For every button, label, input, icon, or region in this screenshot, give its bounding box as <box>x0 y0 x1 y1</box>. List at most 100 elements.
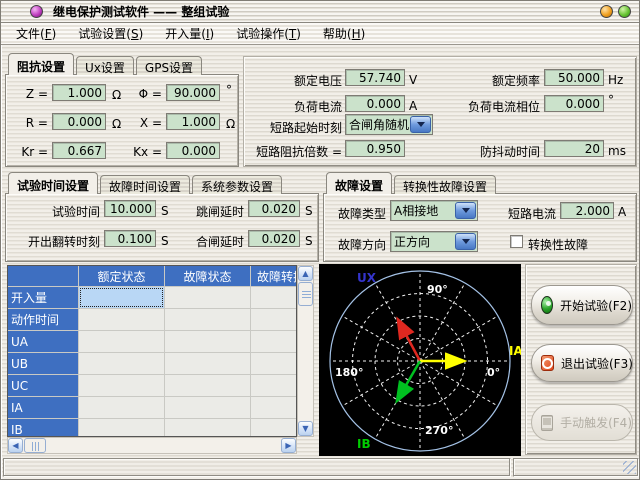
tab-fault-time[interactable]: 故障时间设置 <box>100 175 190 194</box>
table-cell[interactable] <box>79 419 164 437</box>
row-header: IB <box>8 419 78 437</box>
tab-evolving-fault[interactable]: 转换性故障设置 <box>394 175 496 194</box>
kr-field[interactable]: 0.667 <box>52 142 106 159</box>
menu-binary-input[interactable]: 开入量(I) <box>158 23 221 44</box>
phi-field[interactable]: 90.000 <box>166 84 220 101</box>
short-current-field[interactable]: 2.000 <box>560 202 614 219</box>
row-header: UA <box>8 331 78 352</box>
scroll-down-icon[interactable]: ▼ <box>298 421 313 436</box>
angle-label-270: 270° <box>425 424 453 437</box>
scroll-right-icon[interactable]: ▶ <box>281 438 296 453</box>
time-tab-page: 试验时间 10.000 S 跳闸延时 0.020 S 开出翻转时刻 0.100 … <box>5 193 319 262</box>
tab-impedance-settings[interactable]: 阻抗设置 <box>8 53 74 75</box>
close-delay-field[interactable]: 0.020 <box>248 230 300 247</box>
chevron-down-icon[interactable] <box>410 116 431 133</box>
rated-freq-field[interactable]: 50.000 <box>544 69 604 86</box>
menu-test-operation[interactable]: 试验操作(T) <box>229 23 308 44</box>
table-cell[interactable] <box>251 331 297 352</box>
load-current-field[interactable]: 0.000 <box>345 95 405 112</box>
test-time-field[interactable]: 10.000 <box>104 200 156 217</box>
evolving-fault-checkbox[interactable] <box>510 235 523 248</box>
table-cell[interactable] <box>165 353 250 374</box>
scroll-left-icon[interactable]: ◀ <box>8 438 23 453</box>
rated-freq-label: 额定频率 <box>444 72 540 89</box>
fault-direction-combo[interactable]: 正方向 <box>390 231 478 252</box>
impedance-multiple-field[interactable]: 0.950 <box>345 140 405 157</box>
x-field[interactable]: 1.000 <box>166 113 220 130</box>
tab-gps-settings[interactable]: GPS设置 <box>136 56 202 75</box>
table-cell[interactable] <box>165 309 250 330</box>
rated-voltage-label: 额定电压 <box>248 72 342 89</box>
output-flip-field[interactable]: 0.100 <box>104 230 156 247</box>
title-bar: 继电保护测试软件 —— 整组试验 <box>1 1 639 23</box>
z-label: Z = <box>10 87 48 101</box>
trip-delay-field[interactable]: 0.020 <box>248 200 300 217</box>
exit-test-button[interactable]: 退出试验(F3) <box>531 344 633 382</box>
table-cell[interactable] <box>79 309 164 330</box>
impedance-multiple-label: 短路阻抗倍数 = <box>248 143 342 160</box>
minimize-ball-icon[interactable] <box>600 5 613 18</box>
fault-type-combo[interactable]: A相接地 <box>390 200 478 221</box>
fault-panel: 故障设置 转换性故障设置 故障类型 A相接地 短路电流 2.000 A 故障方向… <box>323 172 637 262</box>
chevron-down-icon[interactable] <box>455 233 476 250</box>
table-cell[interactable] <box>79 353 164 374</box>
table-cell[interactable] <box>251 287 297 308</box>
horizontal-scroll-thumb[interactable] <box>24 438 46 453</box>
table-cell[interactable] <box>165 331 250 352</box>
table-cell[interactable] <box>251 419 297 437</box>
start-test-button[interactable]: 开始试验(F2) <box>531 285 633 325</box>
scroll-up-icon[interactable]: ▲ <box>298 266 313 281</box>
load-phase-field[interactable]: 0.000 <box>544 95 604 112</box>
angle-label-180: 180° <box>335 366 363 379</box>
start-test-label: 开始试验(F2) <box>560 297 632 314</box>
app-icon <box>30 5 43 18</box>
menu-test-settings[interactable]: 试验设置(S) <box>71 23 150 44</box>
table-cell[interactable] <box>165 287 250 308</box>
kx-field[interactable]: 0.000 <box>166 142 220 159</box>
table-cell[interactable] <box>79 331 164 352</box>
fault-direction-label: 故障方向 <box>328 236 386 253</box>
vertical-scrollbar[interactable]: ▲ ▼ <box>297 265 314 437</box>
close-delay-label: 合闸延时 <box>186 233 244 250</box>
load-current-label: 负荷电流 <box>248 98 342 115</box>
table-cell[interactable] <box>251 397 297 418</box>
debounce-unit: ms <box>608 144 626 158</box>
time-tabstrip: 试验时间设置 故障时间设置 系统参数设置 <box>5 172 284 194</box>
table-cell[interactable] <box>251 375 297 396</box>
short-start-label: 短路起始时刻 <box>248 119 342 136</box>
vertical-scroll-thumb[interactable] <box>298 282 313 306</box>
table-cell[interactable] <box>165 375 250 396</box>
horizontal-scrollbar[interactable]: ◀ ▶ <box>7 437 297 454</box>
table-cell-selected[interactable] <box>79 287 164 308</box>
short-start-combo[interactable]: 合闸角随机 <box>345 114 433 135</box>
z-field[interactable]: 1.000 <box>52 84 106 101</box>
resize-grip[interactable] <box>623 461 636 474</box>
table-cell[interactable] <box>251 309 297 330</box>
phase-label-ux: UX <box>357 271 377 285</box>
manual-trigger-button[interactable]: 手动触发(F4) <box>531 404 633 441</box>
col-header-rated-state: 额定状态 <box>79 266 164 286</box>
load-phase-unit: ° <box>608 93 614 107</box>
debounce-field[interactable]: 20 <box>544 140 604 157</box>
table-cell[interactable] <box>79 375 164 396</box>
vector-ib <box>399 361 420 397</box>
chevron-down-icon[interactable] <box>455 202 476 219</box>
table-cell[interactable] <box>251 353 297 374</box>
menu-help[interactable]: 帮助(H) <box>316 23 372 44</box>
phasor-svg: 90° 0° 180° 270° UX IA IB <box>319 264 521 456</box>
col-header-fault-state: 故障状态 <box>165 266 250 286</box>
tab-ux-settings[interactable]: Ux设置 <box>76 56 134 75</box>
tab-system-params[interactable]: 系统参数设置 <box>192 175 282 194</box>
table-cell[interactable] <box>79 397 164 418</box>
trip-delay-label: 跳闸延时 <box>186 203 244 220</box>
menu-file[interactable]: 文件(F) <box>9 23 63 44</box>
rated-voltage-field[interactable]: 57.740 <box>345 69 405 86</box>
close-ball-icon[interactable] <box>618 5 631 18</box>
table-cell[interactable] <box>165 397 250 418</box>
table-cell[interactable] <box>165 419 250 437</box>
tab-test-time[interactable]: 试验时间设置 <box>8 172 98 194</box>
tab-fault-settings[interactable]: 故障设置 <box>326 172 392 194</box>
kr-label: Kr = <box>10 145 48 159</box>
r-field[interactable]: 0.000 <box>52 113 106 130</box>
short-current-label: 短路电流 <box>498 205 556 222</box>
